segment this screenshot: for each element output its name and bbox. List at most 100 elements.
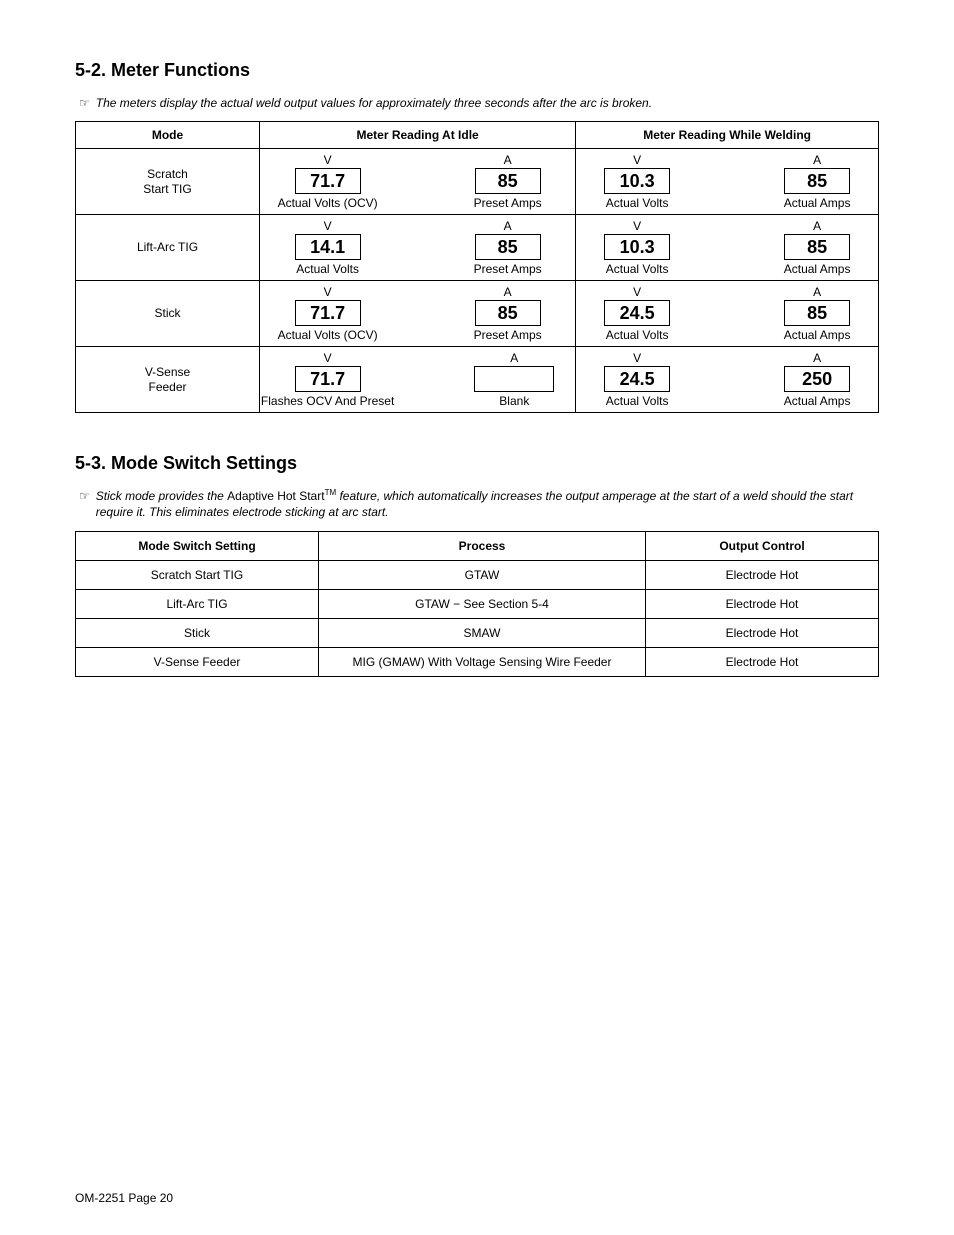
mu-bot: Preset Amps: [474, 328, 542, 342]
meter-unit: V 24.5 Actual Volts: [577, 351, 697, 408]
idle-cell: V 71.7 Actual Volts (OCV) A 85 Preset Am…: [260, 149, 576, 215]
table-row: Scratch Start TIG V 71.7 Actual Volts (O…: [76, 149, 879, 215]
col-process: Process: [319, 531, 646, 560]
col-weld: Meter Reading While Welding: [576, 122, 879, 149]
mode-label: V-Sense Feeder: [76, 347, 260, 413]
pointing-hand-icon: ☞: [79, 95, 90, 111]
mode-l1: V-Sense: [145, 365, 190, 379]
meter-unit: A Blank: [454, 351, 574, 408]
mu-bot: Preset Amps: [474, 262, 542, 276]
meter-unit: V 71.7 Actual Volts (OCV): [268, 285, 388, 342]
mode-label: Lift-Arc TIG: [76, 215, 260, 281]
weld-cell: V 10.3 Actual Volts A 85 Actual Amps: [576, 149, 879, 215]
table-row: Lift-Arc TIG V 14.1 Actual Volts A 85 Pr…: [76, 215, 879, 281]
mu-top: V: [633, 219, 641, 233]
mu-bot: Actual Volts: [606, 394, 669, 408]
mu-bot: Actual Volts: [606, 196, 669, 210]
meter-unit: A 85 Actual Amps: [757, 285, 877, 342]
meter-unit: V 10.3 Actual Volts: [577, 153, 697, 210]
mu-box: 71.7: [295, 168, 361, 194]
mode-l2: Feeder: [148, 380, 186, 394]
mode-l1: Scratch: [147, 167, 188, 181]
trademark-icon: TM: [325, 488, 337, 497]
table-row: V-Sense Feeder MIG (GMAW) With Voltage S…: [76, 647, 879, 676]
mu-box: 71.7: [295, 366, 361, 392]
mu-box: 85: [784, 234, 850, 260]
note-5-3: ☞ Stick mode provides the Adaptive Hot S…: [75, 488, 879, 520]
cell: GTAW − See Section 5-4: [319, 589, 646, 618]
meter-unit: V 10.3 Actual Volts: [577, 219, 697, 276]
mu-box: 85: [475, 234, 541, 260]
col-output-control: Output Control: [646, 531, 879, 560]
meter-unit: A 85 Preset Amps: [448, 285, 568, 342]
mu-top: A: [813, 285, 821, 299]
table-row: V-Sense Feeder V 71.7 Flashes OCV And Pr…: [76, 347, 879, 413]
mu-box: 10.3: [604, 234, 670, 260]
table-row: Stick SMAW Electrode Hot: [76, 618, 879, 647]
mu-top: A: [813, 153, 821, 167]
mu-bot: Flashes OCV And Preset: [261, 394, 394, 408]
mu-top: A: [504, 219, 512, 233]
table-row: Lift-Arc TIG GTAW − See Section 5-4 Elec…: [76, 589, 879, 618]
table-header-row: Mode Switch Setting Process Output Contr…: [76, 531, 879, 560]
note-text: The meters display the actual weld outpu…: [96, 95, 879, 111]
pointing-hand-icon: ☞: [79, 488, 90, 504]
meter-unit: A 250 Actual Amps: [757, 351, 877, 408]
note-text: Stick mode provides the Adaptive Hot Sta…: [96, 488, 879, 520]
mu-top: A: [504, 153, 512, 167]
mu-box: 24.5: [604, 366, 670, 392]
mode-label: Scratch Start TIG: [76, 149, 260, 215]
cell: Stick: [76, 618, 319, 647]
col-mode: Mode: [76, 122, 260, 149]
idle-cell: V 71.7 Actual Volts (OCV) A 85 Preset Am…: [260, 281, 576, 347]
mu-bot: Actual Amps: [784, 262, 851, 276]
weld-cell: V 10.3 Actual Volts A 85 Actual Amps: [576, 215, 879, 281]
mu-bot: Actual Volts (OCV): [278, 196, 378, 210]
mu-top: A: [813, 219, 821, 233]
mu-bot: Actual Amps: [784, 196, 851, 210]
mu-box: 250: [784, 366, 850, 392]
mu-top: A: [813, 351, 821, 365]
mu-bot: Actual Amps: [784, 328, 851, 342]
mu-top: V: [633, 351, 641, 365]
cell: Electrode Hot: [646, 647, 879, 676]
heading-5-3: 5-3. Mode Switch Settings: [75, 453, 879, 474]
mu-box-blank: [474, 366, 554, 392]
mu-bot: Actual Volts: [606, 262, 669, 276]
mu-box: 85: [784, 300, 850, 326]
cell: Lift-Arc TIG: [76, 589, 319, 618]
cell: Electrode Hot: [646, 618, 879, 647]
meter-unit: V 14.1 Actual Volts: [268, 219, 388, 276]
mu-box: 85: [784, 168, 850, 194]
meter-unit: A 85 Preset Amps: [448, 153, 568, 210]
mu-box: 85: [475, 300, 541, 326]
mu-top: V: [324, 219, 332, 233]
table-row: Stick V 71.7 Actual Volts (OCV) A 85 Pre…: [76, 281, 879, 347]
col-mode-switch: Mode Switch Setting: [76, 531, 319, 560]
page-footer: OM-2251 Page 20: [75, 1191, 173, 1205]
meter-functions-table: Mode Meter Reading At Idle Meter Reading…: [75, 121, 879, 413]
mode-l1: Stick: [154, 306, 180, 320]
heading-5-2: 5-2. Meter Functions: [75, 60, 879, 81]
cell: Scratch Start TIG: [76, 560, 319, 589]
weld-cell: V 24.5 Actual Volts A 250 Actual Amps: [576, 347, 879, 413]
note-a: Stick mode provides the: [96, 489, 227, 503]
note-5-2: ☞ The meters display the actual weld out…: [75, 95, 879, 111]
col-idle: Meter Reading At Idle: [260, 122, 576, 149]
mu-bot: Actual Volts (OCV): [278, 328, 378, 342]
mode-l2: Start TIG: [143, 182, 191, 196]
mu-top: V: [324, 285, 332, 299]
mu-bot: Blank: [499, 394, 529, 408]
meter-unit: V 24.5 Actual Volts: [577, 285, 697, 342]
cell: MIG (GMAW) With Voltage Sensing Wire Fee…: [319, 647, 646, 676]
meter-unit: A 85 Preset Amps: [448, 219, 568, 276]
idle-cell: V 14.1 Actual Volts A 85 Preset Amps: [260, 215, 576, 281]
mu-top: V: [324, 351, 332, 365]
mu-top: V: [633, 285, 641, 299]
cell: Electrode Hot: [646, 560, 879, 589]
mode-switch-table: Mode Switch Setting Process Output Contr…: [75, 531, 879, 677]
table-row: Scratch Start TIG GTAW Electrode Hot: [76, 560, 879, 589]
note-b: Adaptive Hot Start: [227, 489, 324, 503]
mu-box: 10.3: [604, 168, 670, 194]
cell: SMAW: [319, 618, 646, 647]
